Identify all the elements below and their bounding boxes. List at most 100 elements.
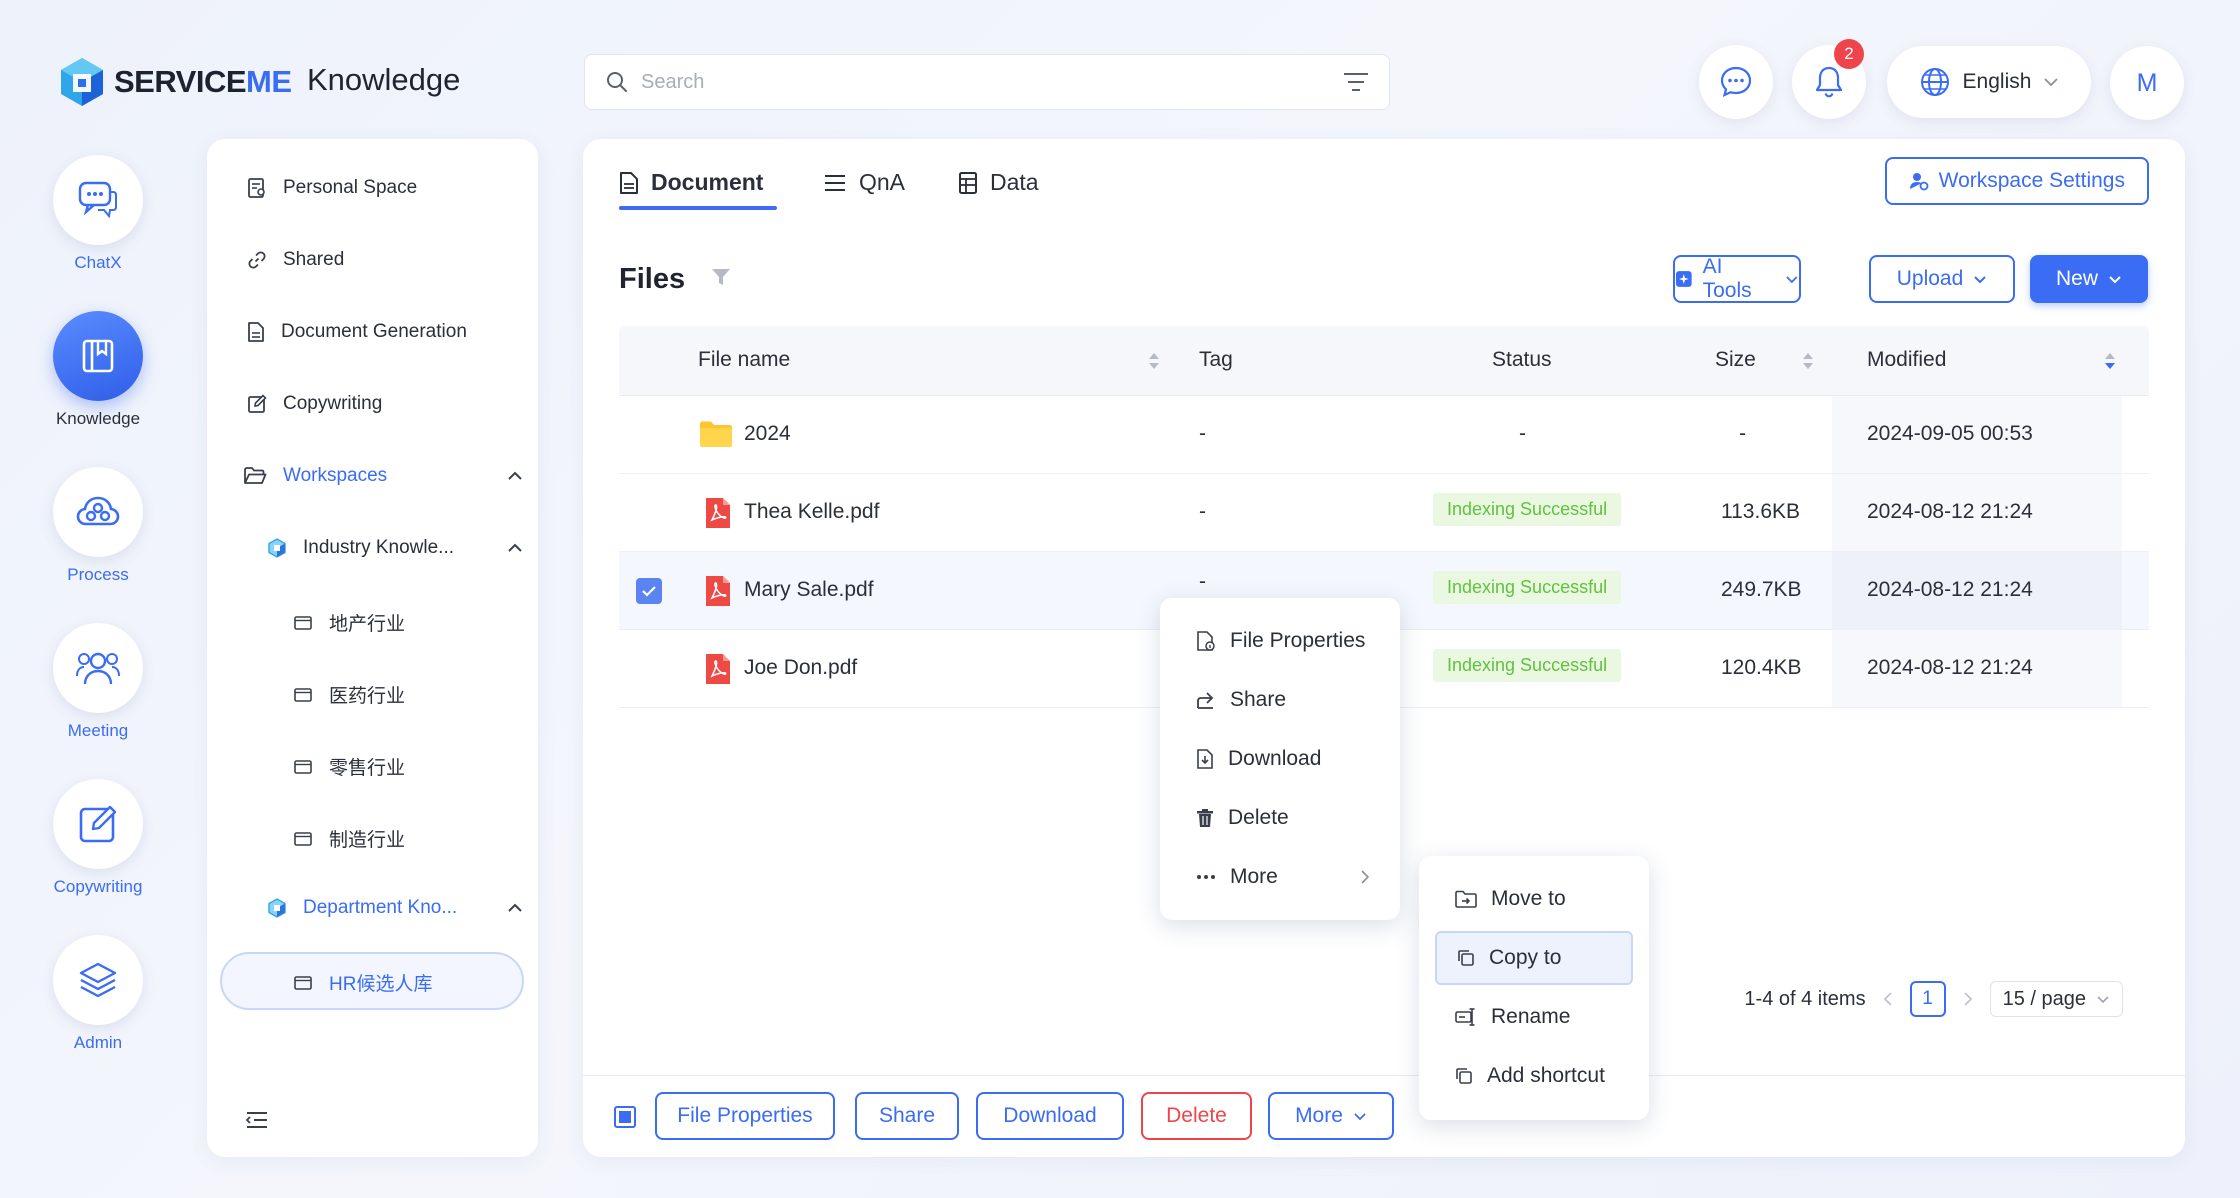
- chevron-left-icon[interactable]: [1882, 991, 1894, 1007]
- nav-label: Department Kno...: [303, 897, 458, 918]
- file-name[interactable]: Mary Sale.pdf: [744, 578, 874, 602]
- nav-department-child-selected[interactable]: HR候选人库: [293, 969, 432, 996]
- rail-item-meeting[interactable]: Meeting: [38, 623, 158, 741]
- rail-admin-button[interactable]: [53, 935, 143, 1025]
- cube-icon: [268, 538, 286, 558]
- table-row[interactable]: 2024 - - - 2024-09-05 00:53: [619, 396, 2149, 474]
- bulk-download-button[interactable]: Download: [976, 1092, 1124, 1140]
- nav-shared[interactable]: Shared: [247, 249, 344, 271]
- menu-item-more[interactable]: More: [1160, 850, 1400, 904]
- user-settings-icon: [1909, 173, 1929, 191]
- submenu-item-move-to[interactable]: Move to: [1419, 872, 1649, 926]
- tab-document[interactable]: Document: [619, 169, 763, 196]
- workspace-settings-button[interactable]: Workspace Settings: [1884, 157, 2149, 205]
- submenu-item-rename[interactable]: Rename: [1419, 990, 1649, 1044]
- file-name[interactable]: 2024: [744, 422, 791, 446]
- pagination: 1-4 of 4 items 1 15 / page: [1744, 981, 2123, 1017]
- search-input[interactable]: [641, 70, 1343, 94]
- notification-badge: 2: [1834, 39, 1864, 69]
- select-all-checkbox[interactable]: [614, 1106, 636, 1128]
- document-icon: [248, 322, 264, 342]
- file-modified: 2024-08-12 21:24: [1867, 500, 2033, 523]
- ai-tools-label: AI Tools: [1702, 255, 1752, 302]
- more-label: More: [1295, 1104, 1343, 1127]
- nav-industry-child[interactable]: 制造行业: [293, 825, 405, 852]
- tab-data[interactable]: Data: [958, 169, 1039, 196]
- filter-icon[interactable]: [710, 266, 732, 288]
- chevron-right-icon: [1361, 870, 1370, 884]
- menu-label: More: [1230, 865, 1278, 888]
- page-size-select[interactable]: 15 / page: [1989, 981, 2123, 1017]
- nav-workspaces[interactable]: Workspaces: [243, 465, 523, 487]
- language-label: English: [1962, 70, 2032, 93]
- rail-chatx-button[interactable]: [53, 155, 143, 245]
- nav-department-knowledge[interactable]: Department Kno...: [267, 897, 523, 919]
- submenu-item-add-shortcut[interactable]: Add shortcut: [1419, 1049, 1649, 1103]
- file-name[interactable]: Joe Don.pdf: [744, 656, 857, 680]
- column-modified[interactable]: Modified: [1867, 348, 1946, 372]
- nav-personal-space[interactable]: Personal Space: [247, 177, 417, 199]
- column-file-name[interactable]: File name: [698, 348, 790, 372]
- rail-copywriting-button[interactable]: [53, 779, 143, 869]
- collapse-sidebar-button[interactable]: [245, 1110, 269, 1135]
- rename-icon: [1455, 1008, 1475, 1026]
- messages-button[interactable]: [1699, 45, 1773, 119]
- file-modified: 2024-08-12 21:24: [1867, 578, 2033, 601]
- rail-label: Knowledge: [55, 409, 141, 428]
- bulk-action-bar: File Properties Share Download Delete Mo…: [583, 1075, 2185, 1157]
- menu-item-file-properties[interactable]: File Properties: [1160, 614, 1400, 668]
- language-selector[interactable]: English: [1887, 46, 2091, 118]
- nav-label: 医药行业: [329, 686, 406, 707]
- nav-industry-child[interactable]: 零售行业: [293, 753, 405, 780]
- sort-desc-icon[interactable]: [2104, 351, 2116, 371]
- bulk-delete-button[interactable]: Delete: [1141, 1092, 1252, 1140]
- nav-industry-knowledge[interactable]: Industry Knowle...: [267, 537, 523, 559]
- ai-sparkle-icon: [1675, 271, 1692, 287]
- brand-logo[interactable]: SERVICEME: [58, 56, 292, 108]
- bulk-more-button[interactable]: More: [1268, 1092, 1394, 1140]
- tab-qna[interactable]: QnA: [823, 169, 905, 196]
- new-button[interactable]: New: [2030, 255, 2148, 303]
- row-checkbox[interactable]: [636, 578, 662, 604]
- chevron-up-icon[interactable]: [507, 903, 523, 913]
- file-info-icon: [1197, 631, 1215, 651]
- table-row[interactable]: Thea Kelle.pdf - Indexing Successful 113…: [619, 474, 2149, 552]
- nav-document-generation[interactable]: Document Generation: [247, 321, 467, 343]
- filter-lines-icon[interactable]: [1343, 71, 1369, 93]
- rail-process-button[interactable]: [53, 467, 143, 557]
- rail-meeting-button[interactable]: [53, 623, 143, 713]
- search-bar[interactable]: [584, 54, 1390, 110]
- page-number-button[interactable]: 1: [1909, 981, 1946, 1017]
- menu-item-share[interactable]: Share: [1160, 673, 1400, 727]
- menu-label: File Properties: [1230, 629, 1366, 652]
- pdf-icon: [706, 576, 730, 606]
- nav-label: Personal Space: [283, 177, 418, 198]
- rail-item-chatx[interactable]: ChatX: [38, 155, 158, 273]
- rail-item-process[interactable]: Process: [38, 467, 158, 585]
- notifications-button[interactable]: 2: [1792, 39, 1866, 119]
- ai-tools-button[interactable]: AI Tools: [1673, 255, 1801, 303]
- rail-item-copywriting[interactable]: Copywriting: [38, 779, 158, 897]
- menu-item-download[interactable]: Download: [1160, 732, 1400, 786]
- submenu-item-copy-to[interactable]: Copy to: [1435, 931, 1633, 985]
- upload-button[interactable]: Upload: [1869, 255, 2015, 303]
- chevron-right-icon[interactable]: [1962, 991, 1974, 1007]
- nav-industry-child[interactable]: 医药行业: [293, 681, 405, 708]
- rail-knowledge-button[interactable]: [53, 311, 143, 401]
- nav-industry-child[interactable]: 地产行业: [293, 609, 405, 636]
- sort-icon[interactable]: [1802, 351, 1814, 371]
- bulk-file-properties-button[interactable]: File Properties: [655, 1092, 835, 1140]
- status-badge: Indexing Successful: [1433, 493, 1622, 526]
- user-avatar[interactable]: M: [2110, 46, 2184, 120]
- menu-item-delete[interactable]: Delete: [1160, 791, 1400, 845]
- chevron-up-icon[interactable]: [507, 471, 523, 481]
- rail-item-admin[interactable]: Admin: [38, 935, 158, 1053]
- rail-item-knowledge[interactable]: Knowledge: [38, 311, 158, 429]
- nav-copywriting[interactable]: Copywriting: [247, 393, 382, 415]
- sort-icon[interactable]: [1148, 351, 1160, 371]
- menu-label: Delete: [1228, 806, 1289, 829]
- chevron-up-icon[interactable]: [507, 543, 523, 553]
- file-name[interactable]: Thea Kelle.pdf: [744, 500, 879, 524]
- column-size[interactable]: Size: [1715, 348, 1756, 372]
- bulk-share-button[interactable]: Share: [855, 1092, 959, 1140]
